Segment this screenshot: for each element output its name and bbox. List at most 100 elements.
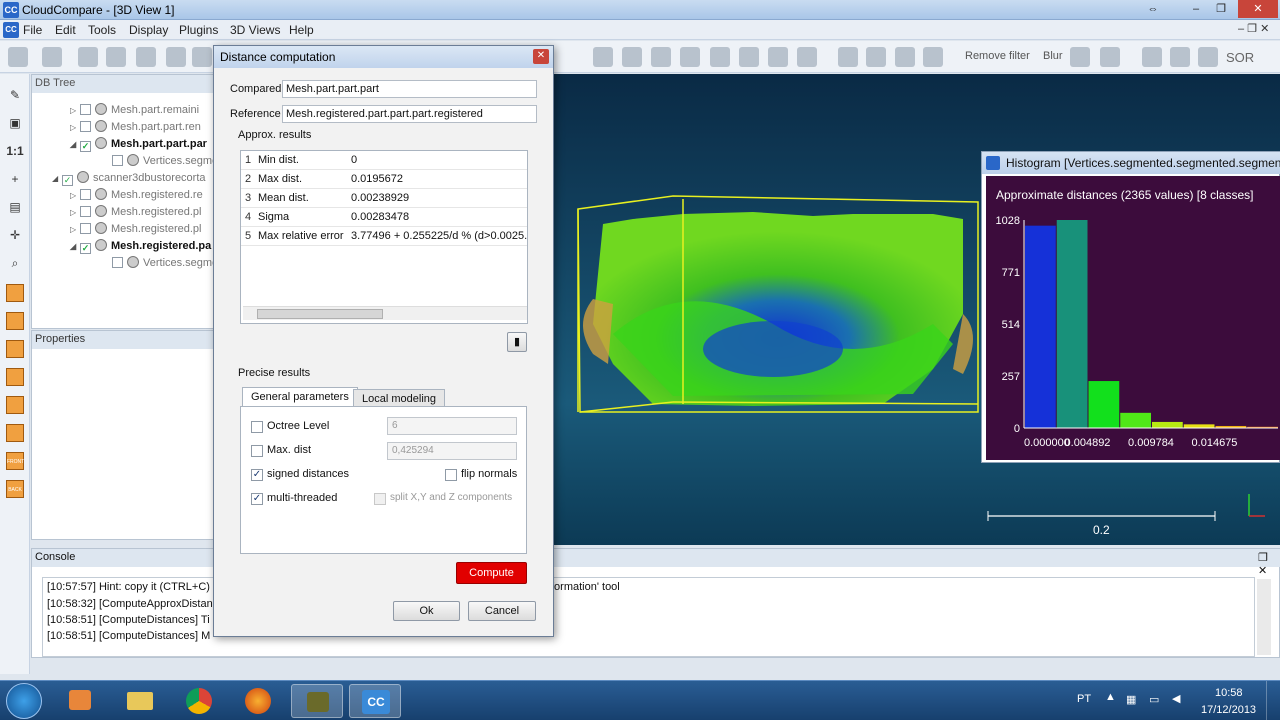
histogram-button-icon[interactable]: ▮ (507, 332, 527, 352)
clock-time[interactable]: 10:58 (1215, 687, 1243, 699)
expand-arrow-icon[interactable]: ◢ (52, 174, 62, 183)
table-row[interactable]: 3 Mean dist. 0.00238929 (241, 189, 527, 208)
close-button[interactable]: ✕ (1238, 0, 1278, 18)
sphere-icon[interactable] (895, 47, 915, 67)
save-icon[interactable] (42, 47, 62, 67)
rgb-convert-icon[interactable] (923, 47, 943, 67)
tree-item-checkbox[interactable]: ✓ (62, 175, 73, 186)
tree-item[interactable]: ▷ Mesh.part.remaini (70, 103, 199, 120)
node-icon[interactable] (136, 47, 156, 67)
pencil-icon[interactable] (8, 47, 28, 67)
tree-item[interactable]: ▷ Mesh.part.part.ren (70, 120, 201, 137)
table-row[interactable]: 1 Min dist. 0 (241, 151, 527, 170)
restore-arrows-icon[interactable]: ⇔ (1140, 0, 1166, 18)
taskbar-media-player[interactable] (55, 684, 107, 718)
compute-button[interactable]: Compute (456, 562, 527, 584)
move-icon[interactable] (78, 47, 98, 67)
taskbar-chrome[interactable] (173, 684, 225, 718)
language-indicator[interactable]: PT (1077, 693, 1091, 705)
expand-arrow-icon[interactable]: ▷ (70, 208, 80, 217)
wrench-icon[interactable]: ✎ (6, 86, 24, 104)
remove-filter-button[interactable]: Remove filter (965, 50, 1030, 62)
plot-icon[interactable] (622, 47, 642, 67)
circle-icon[interactable] (710, 47, 730, 67)
table-row[interactable]: 2 Max dist. 0.0195672 (241, 170, 527, 189)
table-row[interactable]: 5 Max relative error 3.77496 + 0.255225/d … (241, 227, 527, 246)
menu-file[interactable]: File (23, 23, 42, 37)
mdi-window-controls[interactable]: – ❐ ✕ (1238, 22, 1278, 35)
tree-item-checkbox[interactable] (80, 104, 91, 115)
taskbar-app-active[interactable] (291, 684, 343, 718)
right-view-icon[interactable] (6, 396, 24, 414)
bottom-view-icon[interactable] (6, 424, 24, 442)
multi-threaded-checkbox[interactable]: ✓ (251, 493, 263, 505)
tree-item-checkbox[interactable] (80, 223, 91, 234)
menu-tools[interactable]: Tools (88, 23, 116, 37)
octree-level-spinbox[interactable]: 6 (387, 417, 517, 435)
search-icon[interactable]: ⌕ (6, 254, 24, 272)
zoom-1-1-button[interactable]: 1:1 (6, 142, 24, 160)
tree-item-checkbox[interactable] (80, 189, 91, 200)
taskbar-explorer[interactable] (114, 684, 166, 718)
menu-edit[interactable]: Edit (55, 23, 76, 37)
expand-arrow-icon[interactable]: ▷ (70, 191, 80, 200)
minimize-button[interactable]: – (1183, 0, 1209, 18)
max-dist-spinbox[interactable]: 0,425294 (387, 442, 517, 460)
tree-item-checkbox[interactable] (112, 257, 123, 268)
tree-item-checkbox[interactable]: ✓ (80, 141, 91, 152)
minus-icon[interactable] (797, 47, 817, 67)
clock-date[interactable]: 17/12/2013 (1201, 704, 1256, 716)
pan-icon[interactable]: ✛ (6, 226, 24, 244)
maximize-button[interactable]: ❐ (1208, 0, 1234, 18)
top-view-icon[interactable] (6, 284, 24, 302)
iso-front-icon[interactable]: FRONT (6, 452, 24, 470)
histogram-window[interactable]: Histogram [Vertices.segmented.segmented.… (981, 151, 1280, 463)
network-icon[interactable]: ▦ (1126, 693, 1136, 706)
console-scrollbar[interactable] (1257, 579, 1271, 655)
table-row[interactable]: 4 Sigma 0.00283478 (241, 208, 527, 227)
tree-item[interactable]: Vertices.segme (102, 154, 218, 171)
octree-level-checkbox[interactable] (251, 421, 263, 433)
left-view-icon[interactable] (6, 340, 24, 358)
scalar-icon[interactable] (680, 47, 700, 67)
scroll-thumb[interactable] (257, 309, 383, 319)
expand-arrow-icon[interactable]: ◢ (70, 242, 80, 251)
merge-icon[interactable] (166, 47, 186, 67)
tree-item-checkbox[interactable]: ✓ (80, 243, 91, 254)
blur-button[interactable]: Blur (1043, 50, 1063, 62)
signed-distances-checkbox[interactable]: ✓ (251, 469, 263, 481)
ok-button[interactable]: Ok (393, 601, 460, 621)
tree-item-checkbox[interactable] (112, 155, 123, 166)
taskbar-cloudcompare[interactable]: CC (349, 684, 401, 718)
console-window-controls[interactable]: ❐ ✕ (1258, 551, 1279, 577)
camera-icon[interactable]: ▣ (6, 114, 24, 132)
add-icon[interactable] (1142, 47, 1162, 67)
compared-field[interactable]: Mesh.part.part.part (282, 80, 537, 98)
dialog-close-icon[interactable]: ✕ (533, 49, 549, 64)
filter-b-icon[interactable] (1070, 47, 1090, 67)
tree-item[interactable]: ◢ ✓ Mesh.registered.pa (70, 239, 211, 256)
max-dist-checkbox[interactable] (251, 445, 263, 457)
start-button[interactable] (6, 683, 42, 719)
expand-arrow-icon[interactable]: ▷ (70, 225, 80, 234)
list-icon[interactable] (106, 47, 126, 67)
gradient-icon[interactable] (739, 47, 759, 67)
volume-icon[interactable]: ◀ (1172, 692, 1180, 705)
back-view-icon[interactable] (6, 368, 24, 386)
tab-general-parameters[interactable]: General parameters (242, 387, 358, 406)
tree-item[interactable]: Vertices.segme (102, 256, 218, 273)
tree-item[interactable]: ▷ Mesh.registered.re (70, 188, 203, 205)
monitor-icon[interactable]: ▭ (1149, 693, 1159, 706)
filter-c-icon[interactable] (1100, 47, 1120, 67)
cancel-button[interactable]: Cancel (468, 601, 536, 621)
tree-item-checkbox[interactable] (80, 206, 91, 217)
tree-item[interactable]: ▷ Mesh.registered.pl (70, 205, 202, 222)
bookmark-icon[interactable]: ▤ (6, 198, 24, 216)
iso-back-icon[interactable]: BACK (6, 480, 24, 498)
tree-item[interactable]: ▷ Mesh.registered.pl (70, 222, 202, 239)
sor-button[interactable]: SOR (1226, 50, 1254, 65)
split-xyz-checkbox[interactable] (374, 493, 386, 505)
expand-arrow-icon[interactable]: ◢ (70, 140, 80, 149)
menu-plugins[interactable]: Plugins (179, 23, 218, 37)
menu-3d-views[interactable]: 3D Views (230, 23, 280, 37)
